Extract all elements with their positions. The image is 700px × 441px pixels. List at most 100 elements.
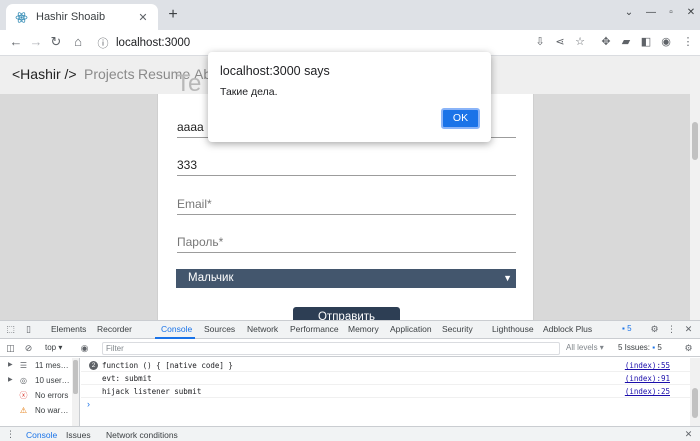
back-icon[interactable]: ← — [6, 32, 26, 52]
console-source-link[interactable]: (index):91 — [625, 374, 670, 383]
email-input[interactable]: Email* — [177, 193, 516, 215]
error-icon: ⓧ — [19, 391, 28, 400]
expand-arrow-icon: ▶ — [8, 362, 13, 368]
active-tab-indicator — [155, 337, 195, 339]
console-settings-gear-icon[interactable]: ⚙ — [682, 342, 695, 355]
drawer-menu-icon[interactable]: ⋮ — [4, 428, 17, 441]
tab-memory[interactable]: Memory — [348, 324, 379, 334]
maximize-icon[interactable]: ▫ — [664, 7, 678, 18]
console-sidebar: ▶ ☰ 11 mes… ▶ ◎ 10 user… ⓧ No errors ⚠ N… — [0, 358, 80, 426]
minimize-icon[interactable]: — — [644, 7, 658, 18]
console-message: evt: submit (index):91 — [81, 372, 690, 385]
reload-icon[interactable]: ↻ — [46, 32, 66, 52]
menu-icon[interactable]: ⋮ — [679, 33, 697, 51]
drawer-tab-network-conditions[interactable]: Network conditions — [106, 430, 178, 440]
sidebar-item-errors[interactable]: ⓧ No errors — [0, 389, 72, 403]
tab-performance[interactable]: Performance — [290, 324, 339, 334]
phone-input[interactable]: 333 — [177, 154, 516, 176]
console-toolbar: ◫ ⊘ top ▾ ◉ Filter All levels ▾ 5 Issues… — [0, 340, 700, 357]
console-scrollbar[interactable] — [690, 358, 700, 426]
drawer-tab-console[interactable]: Console — [26, 430, 57, 440]
alert-title: localhost:3000 says — [220, 64, 330, 78]
tab-close-icon[interactable]: ✕ — [136, 11, 150, 24]
tab-security[interactable]: Security — [442, 324, 473, 334]
console-source-link[interactable]: (index):55 — [625, 361, 670, 370]
sidebar-item-label: No war… — [35, 406, 69, 415]
repeat-count-badge: 2 — [89, 361, 98, 370]
site-info-icon[interactable]: ⓘ — [96, 35, 110, 51]
side-panel-icon[interactable]: ◧ — [637, 33, 655, 51]
drawer-tab-issues[interactable]: Issues — [66, 430, 91, 440]
live-expression-eye-icon[interactable]: ◉ — [78, 342, 91, 355]
alert-dialog: localhost:3000 says Такие дела. OK — [208, 52, 491, 142]
address-bar[interactable]: ⓘ localhost:3000 — [96, 34, 516, 52]
forward-icon[interactable]: → — [26, 32, 46, 52]
close-drawer-icon[interactable]: ✕ — [682, 428, 695, 441]
tab-sources[interactable]: Sources — [204, 324, 235, 334]
issues-badge[interactable]: ▪ 5 — [622, 324, 632, 333]
devtools-tabbar: ⬚ ▯ Elements Recorder Console Sources Ne… — [0, 321, 700, 339]
devtools-panel: ⬚ ▯ Elements Recorder Console Sources Ne… — [0, 320, 700, 441]
issues-count-value: 5 — [657, 343, 662, 352]
sidebar-item-messages[interactable]: ▶ ☰ 11 mes… — [0, 359, 72, 373]
profile-icon[interactable]: ◉ — [657, 33, 675, 51]
tab-elements[interactable]: Elements — [51, 324, 86, 334]
gender-select[interactable]: Мальчик ▼ — [176, 269, 516, 288]
sidebar-toggle-icon[interactable]: ◫ — [4, 342, 17, 355]
issues-counter[interactable]: 5 Issues: ▪ 5 — [618, 343, 662, 352]
password-input[interactable]: Пароль* — [177, 231, 516, 253]
submit-button[interactable]: Отправить — [293, 307, 400, 320]
context-value: top — [45, 343, 57, 352]
site-brand[interactable]: <Hashir /> — [12, 66, 77, 82]
console-filter-input[interactable]: Filter — [102, 342, 560, 355]
install-icon[interactable]: ⇩ — [531, 33, 549, 51]
settings-gear-icon[interactable]: ⚙ — [648, 323, 661, 336]
chevron-down-icon: ▼ — [503, 273, 512, 283]
window-close-icon[interactable]: ✕ — [684, 7, 698, 18]
page-scrollbar-thumb[interactable] — [692, 122, 698, 160]
console-source-link[interactable]: (index):25 — [625, 387, 670, 396]
tab-network[interactable]: Network — [247, 324, 278, 334]
nav-link-projects[interactable]: Projects — [84, 66, 135, 82]
new-tab-button[interactable]: + — [164, 6, 182, 24]
context-select[interactable]: top ▾ — [45, 343, 62, 352]
tab-lighthouse[interactable]: Lighthouse — [492, 324, 534, 334]
home-icon[interactable]: ⌂ — [68, 32, 88, 52]
expand-arrow-icon: ▶ — [8, 377, 13, 383]
tab-console[interactable]: Console — [161, 324, 192, 334]
sidebar-item-warnings[interactable]: ⚠ No war… — [0, 404, 72, 418]
console-prompt[interactable]: › — [87, 399, 90, 409]
close-devtools-icon[interactable]: ✕ — [682, 323, 695, 336]
tab-application[interactable]: Application — [390, 324, 432, 334]
media-icon[interactable]: ▰ — [617, 33, 635, 51]
issues-label: 5 Issues: — [618, 343, 651, 352]
console-output: 2 function () { [native code] } (index):… — [81, 358, 690, 426]
tab-adblock-plus[interactable]: Adblock Plus — [543, 324, 592, 334]
more-options-icon[interactable]: ⋮ — [665, 323, 678, 336]
console-message: hijack listener submit (index):25 — [81, 385, 690, 398]
tab-strip: Hashir Shoaib ✕ + ⌄ — ▫ ✕ — [0, 0, 700, 30]
device-toggle-icon[interactable]: ▯ — [22, 323, 35, 336]
console-message: 2 function () { [native code] } (index):… — [81, 359, 690, 372]
log-levels-dropdown[interactable]: All levels ▾ — [566, 343, 604, 352]
console-message-text: hijack listener submit — [102, 387, 202, 396]
sidebar-scrollbar-thumb[interactable] — [73, 360, 78, 394]
url-text: localhost:3000 — [116, 37, 191, 49]
page-scrollbar[interactable] — [690, 56, 700, 320]
warning-icon: ⚠ — [19, 406, 28, 415]
browser-tab[interactable]: Hashir Shoaib ✕ — [6, 4, 158, 30]
inspect-element-icon[interactable]: ⬚ — [4, 323, 17, 336]
console-message-text: evt: submit — [102, 374, 152, 383]
bookmark-star-icon[interactable]: ☆ — [571, 33, 589, 51]
console-scrollbar-thumb[interactable] — [692, 388, 698, 418]
user-icon: ◎ — [20, 376, 27, 385]
sidebar-item-user-messages[interactable]: ▶ ◎ 10 user… — [0, 374, 72, 388]
react-favicon-icon — [14, 10, 28, 24]
share-icon[interactable]: ⋖ — [551, 33, 569, 51]
alert-ok-button[interactable]: OK — [441, 108, 480, 129]
tab-recorder[interactable]: Recorder — [97, 324, 132, 334]
clear-console-icon[interactable]: ⊘ — [22, 342, 35, 355]
sidebar-scrollbar[interactable] — [72, 358, 79, 426]
chevron-down-icon[interactable]: ⌄ — [622, 7, 636, 18]
extensions-icon[interactable]: ✥ — [597, 33, 615, 51]
